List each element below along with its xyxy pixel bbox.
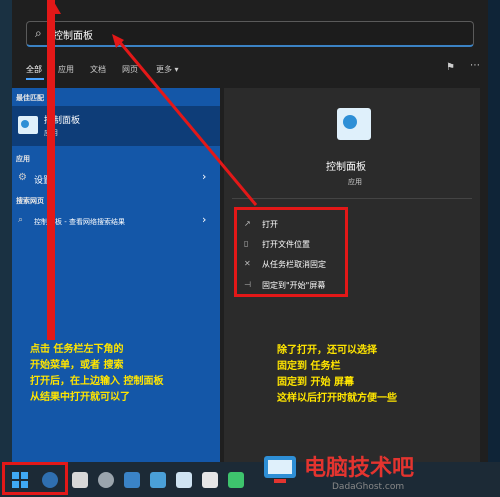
taskbar-app-icon[interactable] bbox=[202, 472, 218, 488]
note-right-1: 除了打开，还可以选择 bbox=[277, 345, 377, 356]
note-left-2: 开始菜单，或者 搜索 bbox=[30, 360, 124, 371]
note-right-4: 这样以后打开时就方便一些 bbox=[277, 393, 397, 404]
taskbar-app-icon[interactable] bbox=[176, 472, 192, 488]
watermark: 电脑技术吧 DadaGhost.com bbox=[262, 448, 500, 497]
note-right-3: 固定到 开始 屏幕 bbox=[277, 377, 354, 388]
taskbar-search-icon[interactable] bbox=[42, 472, 58, 488]
arrow-head-left bbox=[47, 2, 61, 14]
taskbar-app-icon[interactable] bbox=[150, 472, 166, 488]
note-left-1: 点击 任务栏左下角的 bbox=[30, 344, 124, 355]
annotation-arrow-right bbox=[116, 39, 258, 206]
note-left-4: 从结果中打开就可以了 bbox=[30, 392, 130, 403]
taskbar-app-icon[interactable] bbox=[228, 472, 244, 488]
annotation-arrows bbox=[47, 2, 258, 206]
windows-start-icon[interactable] bbox=[12, 472, 28, 488]
watermark-text: 电脑技术吧 bbox=[304, 456, 415, 481]
taskbar-app-icon[interactable] bbox=[72, 472, 88, 488]
note-right-2: 固定到 任务栏 bbox=[277, 361, 341, 372]
note-left-3: 打开后，在上边输入 控制面板 bbox=[30, 376, 164, 387]
watermark-logo bbox=[264, 456, 296, 483]
taskbar-app-icon[interactable] bbox=[124, 472, 140, 488]
taskbar-settings-icon[interactable] bbox=[98, 472, 114, 488]
watermark-url: DadaGhost.com bbox=[332, 482, 405, 492]
